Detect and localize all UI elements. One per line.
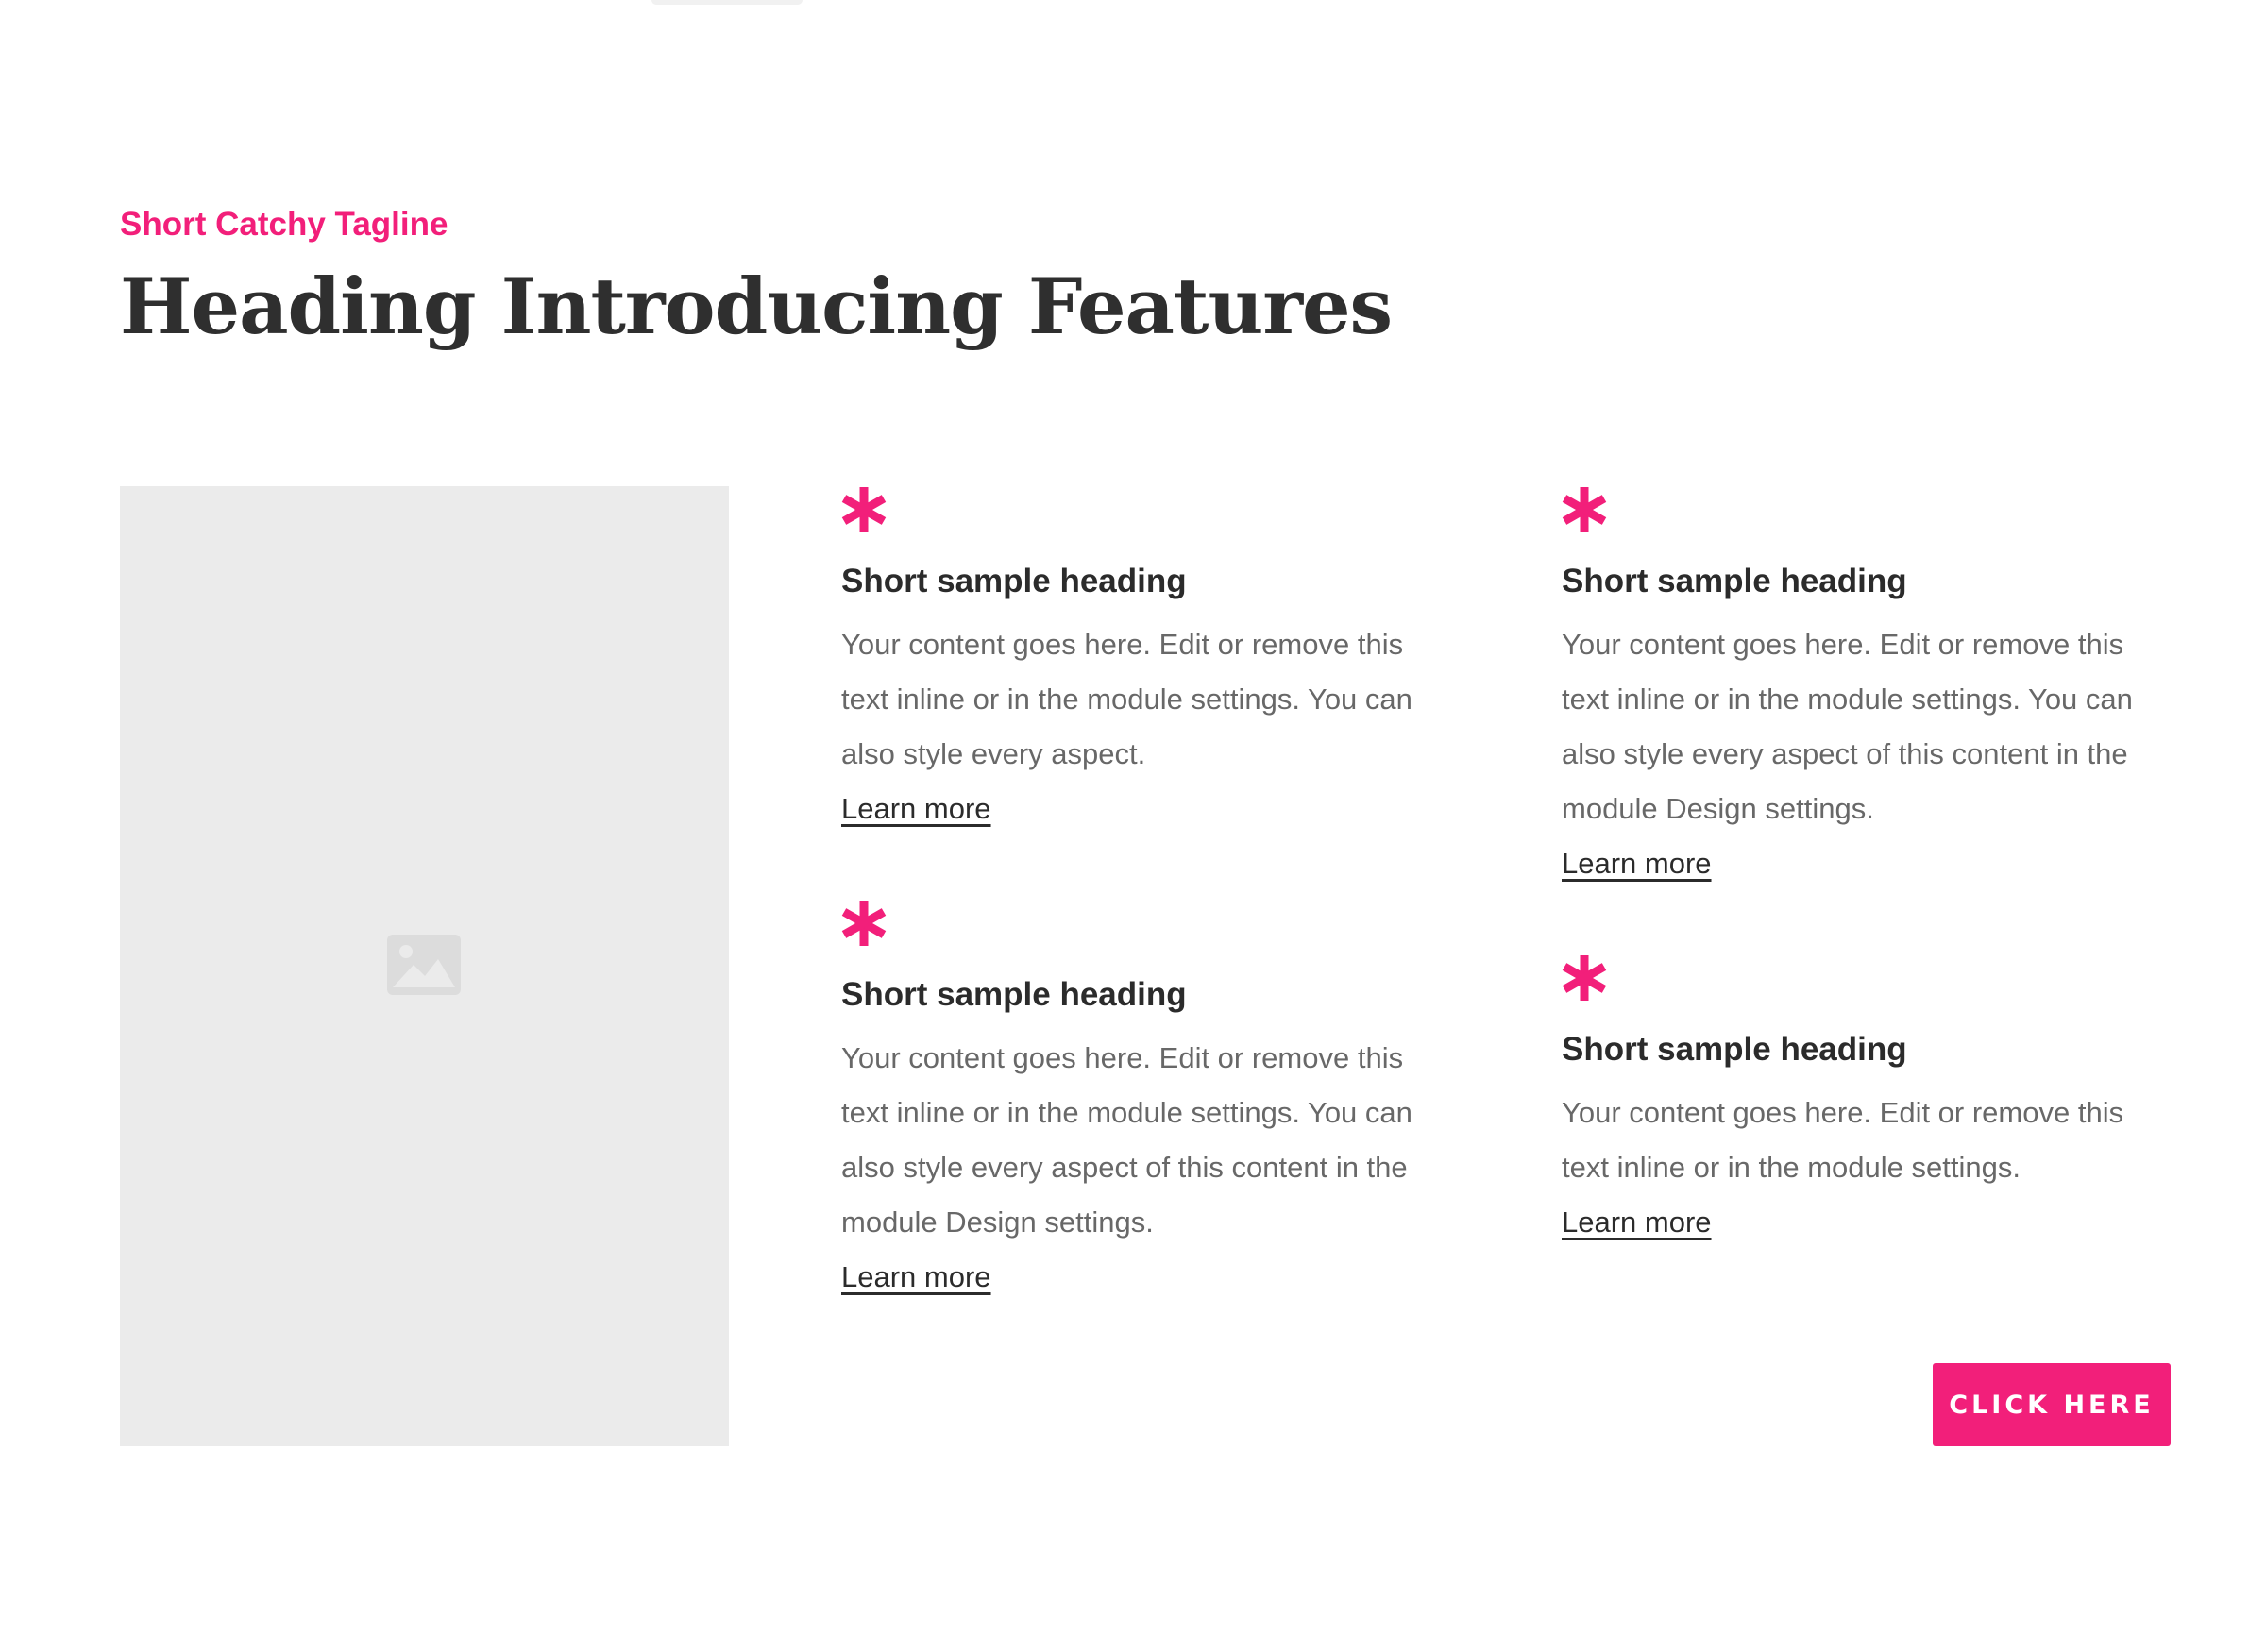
feature-body: Your content goes here. Edit or remove t… bbox=[1562, 1096, 2124, 1184]
features-section: Short Catchy Tagline Heading Introducing… bbox=[0, 0, 2266, 1652]
feature-item: Short sample heading Your content goes h… bbox=[1562, 483, 2175, 891]
feature-heading: Short sample heading bbox=[1562, 563, 1907, 599]
click-here-button[interactable]: CLICK HERE bbox=[1933, 1363, 2171, 1446]
learn-more-link[interactable]: Learn more bbox=[841, 782, 991, 836]
image-icon bbox=[387, 935, 461, 995]
feature-heading: Short sample heading bbox=[841, 563, 1187, 599]
learn-more-link[interactable]: Learn more bbox=[1562, 836, 1712, 891]
asterisk-icon bbox=[1562, 955, 1607, 1001]
learn-more-link[interactable]: Learn more bbox=[841, 1250, 991, 1305]
feature-body: Your content goes here. Edit or remove t… bbox=[1562, 628, 2133, 825]
feature-item: Short sample heading Your content goes h… bbox=[841, 897, 1455, 1305]
feature-body: Your content goes here. Edit or remove t… bbox=[841, 1041, 1412, 1239]
asterisk-icon bbox=[841, 901, 887, 946]
feature-item: Short sample heading Your content goes h… bbox=[841, 483, 1455, 836]
feature-body: Your content goes here. Edit or remove t… bbox=[841, 628, 1412, 770]
feature-item: Short sample heading Your content goes h… bbox=[1562, 952, 2175, 1250]
section-heading: Heading Introducing Features bbox=[120, 262, 1393, 352]
asterisk-icon bbox=[1562, 487, 1607, 532]
feature-heading: Short sample heading bbox=[1562, 1031, 1907, 1068]
top-tab-indicator bbox=[651, 0, 803, 5]
tagline: Short Catchy Tagline bbox=[120, 206, 448, 243]
feature-heading: Short sample heading bbox=[841, 976, 1187, 1013]
learn-more-link[interactable]: Learn more bbox=[1562, 1195, 1712, 1250]
image-placeholder bbox=[120, 486, 729, 1446]
asterisk-icon bbox=[841, 487, 887, 532]
